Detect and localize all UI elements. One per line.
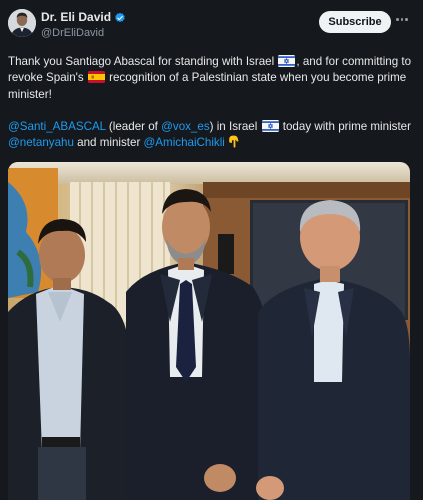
mention-link[interactable]: @AmichaiChikli — [144, 136, 225, 149]
text-segment: ) in Israel — [209, 119, 261, 133]
person-avatar-icon — [8, 9, 36, 37]
israel-flag-icon — [278, 55, 296, 67]
avatar[interactable] — [8, 9, 36, 37]
tweet: Dr. Eli David @DrEliDavid Subscribe Than… — [0, 0, 423, 500]
author-handle[interactable]: @DrEliDavid — [41, 26, 126, 40]
author-info: Dr. Eli David @DrEliDavid — [41, 10, 126, 40]
mention-link[interactable]: @netanyahu — [8, 136, 74, 149]
tweet-photo[interactable] — [8, 162, 410, 500]
text-segment: today with prime minister — [279, 119, 411, 133]
subscribe-button[interactable]: Subscribe — [319, 11, 391, 33]
spain-flag-icon — [87, 71, 105, 84]
text-segment: Thank you Santiago Abascal for standing … — [8, 55, 278, 68]
group-photo-image — [8, 162, 410, 500]
tweet-paragraph-1: Thank you Santiago Abascal for standing … — [8, 54, 413, 103]
text-segment: (leader of — [105, 119, 162, 133]
verified-badge-icon — [115, 12, 125, 22]
pointing-down-hand-icon — [229, 135, 239, 148]
tweet-paragraph-2: @Santi_ABASCAL (leader of @vox_es) in Is… — [8, 119, 413, 152]
text-segment: and minister — [73, 136, 144, 150]
more-horizontal-icon[interactable] — [396, 18, 410, 22]
mention-link[interactable]: @vox_es — [161, 120, 210, 133]
israel-flag-icon — [261, 119, 279, 132]
display-name-row: Dr. Eli David — [41, 10, 126, 25]
author-display-name[interactable]: Dr. Eli David — [41, 10, 111, 25]
tweet-header: Dr. Eli David @DrEliDavid Subscribe — [8, 9, 415, 41]
mention-link[interactable]: @Santi_ABASCAL — [8, 120, 106, 133]
tweet-text: Thank you Santiago Abascal for standing … — [8, 54, 413, 151]
